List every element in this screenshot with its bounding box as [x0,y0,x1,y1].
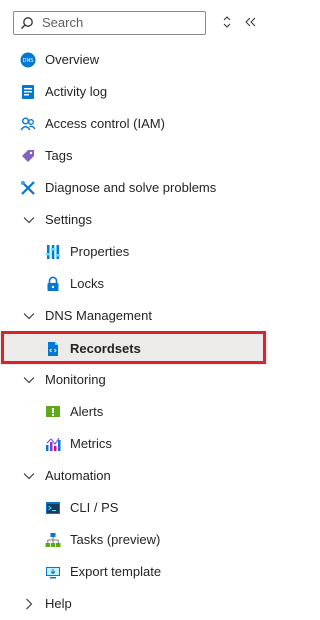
menu-item-label: CLI / PS [70,500,119,515]
svg-text:DNS: DNS [23,58,34,64]
group-dns-management[interactable]: DNS Management [0,300,268,332]
terminal-icon [46,502,60,514]
group-label: Automation [45,468,111,483]
dns-zone-icon: DNS [20,52,36,68]
group-settings[interactable]: Settings [0,204,268,236]
alert-icon [46,406,60,417]
chevron-right-icon [26,598,33,610]
menu-item-access-control[interactable]: Access control (IAM) [0,108,268,140]
updown-icon[interactable] [218,13,236,31]
menu-item-label: Alerts [70,404,104,419]
menu-item-export-template[interactable]: Export template [0,556,268,588]
menu-item-label: Tags [45,148,73,163]
chevron-down-icon [23,217,35,224]
menu-item-label: Overview [45,52,100,67]
menu-item-label: Export template [70,564,162,579]
wrench-icon [21,181,35,195]
chevron-down-icon [23,377,35,384]
menu-item-diagnose[interactable]: Diagnose and solve problems [0,172,268,204]
tasks-hierarchy-icon [45,533,61,547]
menu-item-label: Metrics [70,436,112,451]
search-icon [21,17,33,29]
search-input[interactable]: Search [13,11,206,35]
tag-icon [22,150,34,162]
menu-item-label: Tasks (preview) [70,532,161,547]
menu-item-tasks[interactable]: Tasks (preview) [0,524,268,556]
menu-item-locks[interactable]: Locks [0,268,268,300]
menu-item-recordsets[interactable]: Recordsets [0,333,268,365]
menu-item-properties[interactable]: Properties [0,236,268,268]
menu-item-activity-log[interactable]: Activity log [0,76,268,108]
group-label: Settings [45,212,92,227]
menu-item-label: Recordsets [70,341,141,356]
chevron-down-icon [23,313,35,320]
export-template-icon [46,567,60,579]
group-label: DNS Management [45,308,152,323]
menu-item-label: Activity log [45,84,108,99]
recordset-file-icon [48,342,58,356]
menu-item-overview[interactable]: DNS Overview [0,44,268,76]
group-help[interactable]: Help [0,588,268,620]
menu-item-label: Properties [70,244,130,259]
search-row: Search [13,11,263,35]
group-label: Help [45,596,72,611]
activity-log-icon [22,85,34,99]
search-placeholder: Search [42,15,84,30]
menu-item-metrics[interactable]: Metrics [0,428,268,460]
menu-item-tags[interactable]: Tags [0,140,268,172]
group-monitoring[interactable]: Monitoring [0,364,268,396]
group-automation[interactable]: Automation [0,460,268,492]
menu-item-cli-ps[interactable]: CLI / PS [0,492,268,524]
menu-item-label: Diagnose and solve problems [45,180,217,195]
group-label: Monitoring [45,372,106,387]
double-chevron-left-icon[interactable] [242,13,260,31]
properties-icon [46,245,60,259]
people-icon [20,117,36,131]
lock-icon [47,276,59,291]
menu-item-alerts[interactable]: Alerts [0,396,268,428]
chevron-down-icon [23,473,35,480]
menu-item-label: Access control (IAM) [45,116,165,131]
menu-item-label: Locks [70,276,104,291]
metrics-icon [46,437,61,451]
